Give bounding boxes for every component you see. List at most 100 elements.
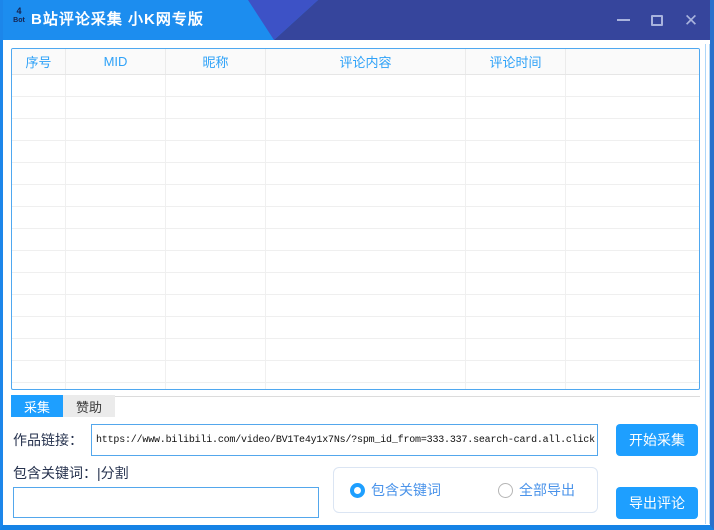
table-cell: [66, 163, 166, 184]
radio-export-all-label: 全部导出: [519, 480, 575, 500]
table-row[interactable]: [12, 383, 699, 390]
table-cell-filler: [566, 339, 699, 360]
table-row[interactable]: [12, 207, 699, 229]
table-cell: [266, 97, 466, 118]
tabstrip: 采集 赞助: [11, 395, 115, 417]
table-row[interactable]: [12, 339, 699, 361]
table-row[interactable]: [12, 185, 699, 207]
table-cell: [266, 185, 466, 206]
table-cell: [12, 361, 66, 382]
table-cell: [466, 163, 566, 184]
table-row[interactable]: [12, 273, 699, 295]
keyword-input[interactable]: [13, 487, 319, 518]
table-cell: [266, 163, 466, 184]
table-cell: [266, 141, 466, 162]
table-row[interactable]: [12, 295, 699, 317]
radio-include-keywords-label: 包含关键词: [371, 480, 441, 500]
table-cell-filler: [566, 273, 699, 294]
table-cell: [66, 75, 166, 96]
table-cell: [266, 75, 466, 96]
table-cell: [66, 317, 166, 338]
table-cell: [12, 339, 66, 360]
table-cell: [466, 361, 566, 382]
radio-export-all[interactable]: 全部导出: [498, 480, 575, 500]
table-cell: [266, 383, 466, 390]
table-cell: [466, 251, 566, 272]
table-cell: [12, 229, 66, 250]
table-cell: [66, 339, 166, 360]
table-row[interactable]: [12, 141, 699, 163]
minimize-icon[interactable]: [614, 11, 632, 29]
table-cell-filler: [566, 317, 699, 338]
table-cell-filler: [566, 295, 699, 316]
table-cell: [166, 361, 266, 382]
column-header-2[interactable]: 昵称: [166, 49, 266, 74]
table-cell: [466, 317, 566, 338]
close-icon[interactable]: ✕: [682, 11, 700, 29]
start-collect-button[interactable]: 开始采集: [616, 424, 698, 456]
table-cell: [466, 339, 566, 360]
window-controls: ✕: [614, 0, 700, 40]
table-cell: [12, 97, 66, 118]
table-row[interactable]: [12, 251, 699, 273]
app-window: 4 Bot B站评论采集 小K网专版 ✕ 序号MID昵称评论内容评论时间 采集 …: [0, 0, 714, 530]
maximize-icon[interactable]: [648, 11, 666, 29]
export-mode-group: 包含关键词 全部导出: [333, 467, 598, 513]
table-cell: [66, 185, 166, 206]
tab-sponsor[interactable]: 赞助: [63, 395, 115, 417]
table-row[interactable]: [12, 75, 699, 97]
table-cell: [66, 273, 166, 294]
table-cell: [166, 383, 266, 390]
table-cell: [66, 97, 166, 118]
table-cell: [266, 361, 466, 382]
radio-include-keywords[interactable]: 包含关键词: [350, 480, 441, 500]
keyword-label: 包含关键词：|分割: [13, 463, 129, 483]
table-cell: [12, 295, 66, 316]
column-header-0[interactable]: 序号: [12, 49, 66, 74]
table-cell-filler: [566, 207, 699, 228]
table-cell: [66, 119, 166, 140]
column-header-filler: [566, 49, 699, 74]
table-row[interactable]: [12, 229, 699, 251]
table-cell: [266, 119, 466, 140]
window-title: B站评论采集 小K网专版: [31, 0, 204, 40]
table-cell-filler: [566, 185, 699, 206]
table-cell: [266, 317, 466, 338]
table-cell: [466, 75, 566, 96]
vertical-scrollbar[interactable]: [705, 44, 710, 524]
table-cell-filler: [566, 229, 699, 250]
logo-text-top: 4: [9, 7, 29, 16]
table-cell: [12, 383, 66, 390]
column-header-4[interactable]: 评论时间: [466, 49, 566, 74]
table-cell: [12, 75, 66, 96]
table-cell: [12, 141, 66, 162]
table-cell: [12, 163, 66, 184]
table-cell: [266, 273, 466, 294]
link-input[interactable]: https://www.bilibili.com/video/BV1Te4y1x…: [91, 424, 598, 456]
table-row[interactable]: [12, 119, 699, 141]
table-cell: [466, 229, 566, 250]
table-cell: [66, 251, 166, 272]
table-cell-filler: [566, 75, 699, 96]
table-cell: [166, 141, 266, 162]
table-cell: [66, 383, 166, 390]
table-cell: [166, 339, 266, 360]
table-cell: [166, 97, 266, 118]
column-header-3[interactable]: 评论内容: [266, 49, 466, 74]
column-header-1[interactable]: MID: [66, 49, 166, 74]
table-row[interactable]: [12, 97, 699, 119]
table-row[interactable]: [12, 317, 699, 339]
table-cell: [466, 185, 566, 206]
app-logo-icon: 4 Bot: [9, 7, 29, 33]
table-row[interactable]: [12, 361, 699, 383]
table-cell: [266, 339, 466, 360]
table-body[interactable]: [12, 75, 699, 390]
table-cell: [166, 163, 266, 184]
table-row[interactable]: [12, 163, 699, 185]
tab-collect[interactable]: 采集: [11, 395, 63, 417]
table-cell: [166, 185, 266, 206]
table-cell: [166, 317, 266, 338]
comments-table: 序号MID昵称评论内容评论时间: [11, 48, 700, 390]
table-cell: [166, 229, 266, 250]
export-comments-button[interactable]: 导出评论: [616, 487, 698, 519]
